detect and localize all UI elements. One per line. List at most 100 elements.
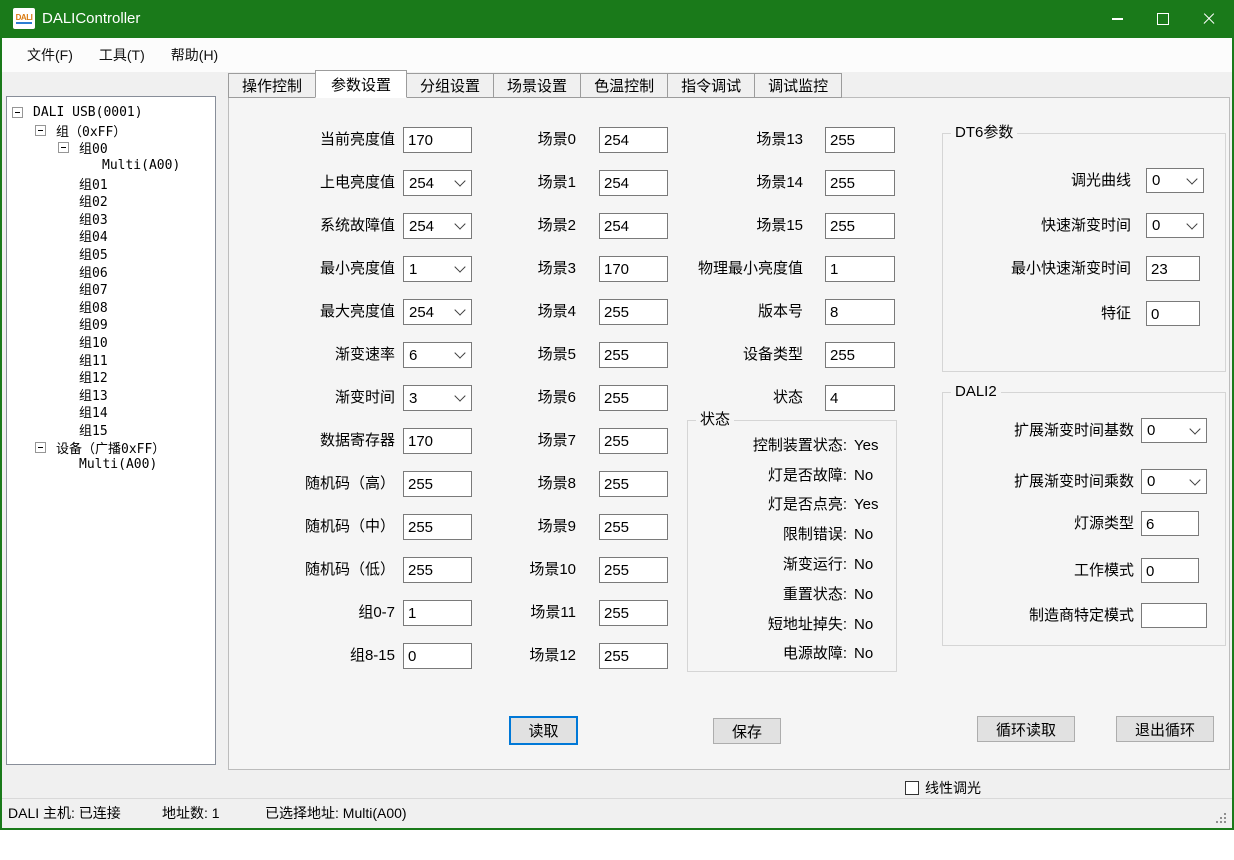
- tree-item-group04[interactable]: 组04: [7, 227, 215, 245]
- save-button[interactable]: 保存: [713, 718, 781, 744]
- group-0-7-input[interactable]: [403, 600, 472, 626]
- field-label: 调光曲线: [949, 168, 1131, 193]
- ext-fade-time-base-combo[interactable]: 0: [1141, 418, 1207, 443]
- menu-help[interactable]: 帮助(H): [171, 45, 218, 65]
- current-brightness-input[interactable]: [403, 127, 472, 153]
- tree-item-group-root[interactable]: 组（0xFF）: [7, 122, 215, 140]
- field-label: 场景12: [476, 643, 576, 669]
- tree-item-group08[interactable]: 组08: [7, 298, 215, 316]
- checkbox-label: 线性调光: [925, 778, 981, 798]
- random-code-mid-input[interactable]: [403, 514, 472, 540]
- tree-item-group09[interactable]: 组09: [7, 315, 215, 333]
- scene-input[interactable]: [599, 428, 668, 454]
- tab-grouping-settings[interactable]: 分组设置: [406, 73, 494, 98]
- tab-command-debug[interactable]: 指令调试: [667, 73, 755, 98]
- tree-item-group01[interactable]: 组01: [7, 174, 215, 192]
- fast-fade-time-combo[interactable]: 0: [1146, 213, 1204, 238]
- manufacturer-mode-input[interactable]: [1141, 603, 1207, 628]
- status-value-input[interactable]: [825, 385, 895, 411]
- group-8-15-input[interactable]: [403, 643, 472, 669]
- tree-item-label: 组12: [79, 367, 108, 386]
- features-input[interactable]: [1146, 301, 1200, 326]
- tab-operation-control[interactable]: 操作控制: [228, 73, 316, 98]
- system-failure-level-combo[interactable]: 254: [403, 213, 472, 239]
- ext-fade-time-multiplier-combo[interactable]: 0: [1141, 469, 1207, 494]
- device-type-input[interactable]: [825, 342, 895, 368]
- light-source-type-input[interactable]: [1141, 511, 1199, 536]
- random-code-high-input[interactable]: [403, 471, 472, 497]
- tree-item-group00[interactable]: 组00: [7, 139, 215, 157]
- tree-item-group11[interactable]: 组11: [7, 350, 215, 368]
- scene-input[interactable]: [599, 557, 668, 583]
- tab-scene-settings[interactable]: 场景设置: [493, 73, 581, 98]
- tree-item-multi[interactable]: Multi(A00): [7, 157, 215, 175]
- status-value: No: [854, 554, 873, 576]
- scene-input[interactable]: [825, 170, 895, 196]
- tree-item-group13[interactable]: 组13: [7, 386, 215, 404]
- scene-input[interactable]: [825, 127, 895, 153]
- operating-mode-input[interactable]: [1141, 558, 1199, 583]
- tree-item-label: 组09: [79, 314, 108, 333]
- tab-color-temp-control[interactable]: 色温控制: [580, 73, 668, 98]
- min-fast-fade-time-input[interactable]: [1146, 256, 1200, 281]
- tree-item-group03[interactable]: 组03: [7, 210, 215, 228]
- field-label: 场景11: [476, 600, 576, 626]
- loop-read-button[interactable]: 循环读取: [977, 716, 1075, 742]
- fade-time-combo[interactable]: 3: [403, 385, 472, 411]
- scene-input[interactable]: [599, 643, 668, 669]
- combo-value: 0: [1147, 422, 1155, 439]
- close-button[interactable]: [1186, 0, 1232, 38]
- window-title: DALIController: [42, 0, 140, 38]
- field-label: 场景5: [476, 342, 576, 368]
- scene-input[interactable]: [825, 213, 895, 239]
- combo-value: 254: [409, 304, 434, 321]
- random-code-low-input[interactable]: [403, 557, 472, 583]
- tree-item-device-broadcast[interactable]: 设备（广播0xFF）: [7, 438, 215, 456]
- maximize-button[interactable]: [1140, 0, 1186, 38]
- tab-parameter-settings[interactable]: 参数设置: [315, 70, 407, 98]
- tree-item-label: 组00: [79, 138, 108, 157]
- field-label: 场景8: [476, 471, 576, 497]
- field-label: 渐变时间: [219, 385, 395, 411]
- minimize-button[interactable]: [1094, 0, 1140, 38]
- read-button[interactable]: 读取: [509, 716, 578, 745]
- status-label: 重置状态:: [696, 584, 847, 606]
- tree-item-group06[interactable]: 组06: [7, 262, 215, 280]
- scene-input[interactable]: [599, 600, 668, 626]
- menu-file[interactable]: 文件(F): [27, 45, 73, 65]
- titlebar: DALI DALIController: [0, 0, 1234, 38]
- tree-item-dali-usb[interactable]: DALI USB(0001): [7, 104, 215, 122]
- linear-dimming-checkbox[interactable]: 线性调光: [905, 778, 981, 798]
- tree-item-group15[interactable]: 组15: [7, 421, 215, 439]
- collapse-icon[interactable]: [58, 142, 69, 153]
- physical-min-level-input[interactable]: [825, 256, 895, 282]
- power-on-level-combo[interactable]: 254: [403, 170, 472, 196]
- scene-input[interactable]: [599, 514, 668, 540]
- collapse-icon[interactable]: [35, 442, 46, 453]
- collapse-icon[interactable]: [12, 107, 23, 118]
- menu-tools[interactable]: 工具(T): [99, 45, 145, 65]
- fade-rate-combo[interactable]: 6: [403, 342, 472, 368]
- max-level-combo[interactable]: 254: [403, 299, 472, 325]
- tree-item-group05[interactable]: 组05: [7, 245, 215, 263]
- tree-item-group07[interactable]: 组07: [7, 280, 215, 298]
- dimming-curve-combo[interactable]: 0: [1146, 168, 1204, 193]
- statusbar: DALI 主机: 已连接 地址数: 1 已选择地址: Multi(A00): [2, 798, 1232, 828]
- tab-bar: 操作控制 参数设置 分组设置 场景设置 色温控制 指令调试 调试监控: [228, 70, 841, 98]
- tree-item-group10[interactable]: 组10: [7, 333, 215, 351]
- tree-item-group12[interactable]: 组12: [7, 368, 215, 386]
- collapse-icon[interactable]: [35, 125, 46, 136]
- tab-debug-monitor[interactable]: 调试监控: [754, 73, 842, 98]
- tree-item-group14[interactable]: 组14: [7, 403, 215, 421]
- scene-input[interactable]: [599, 471, 668, 497]
- app-icon: DALI: [13, 8, 35, 29]
- min-level-combo[interactable]: 1: [403, 256, 472, 282]
- tree-item-group02[interactable]: 组02: [7, 192, 215, 210]
- version-input[interactable]: [825, 299, 895, 325]
- tree-item-multi-2[interactable]: Multi(A00): [7, 456, 215, 474]
- data-register-input[interactable]: [403, 428, 472, 454]
- exit-loop-button[interactable]: 退出循环: [1116, 716, 1214, 742]
- field-label: 随机码（低）: [219, 557, 395, 583]
- resize-grip[interactable]: [1214, 811, 1227, 824]
- tree-item-label: 组15: [79, 420, 108, 439]
